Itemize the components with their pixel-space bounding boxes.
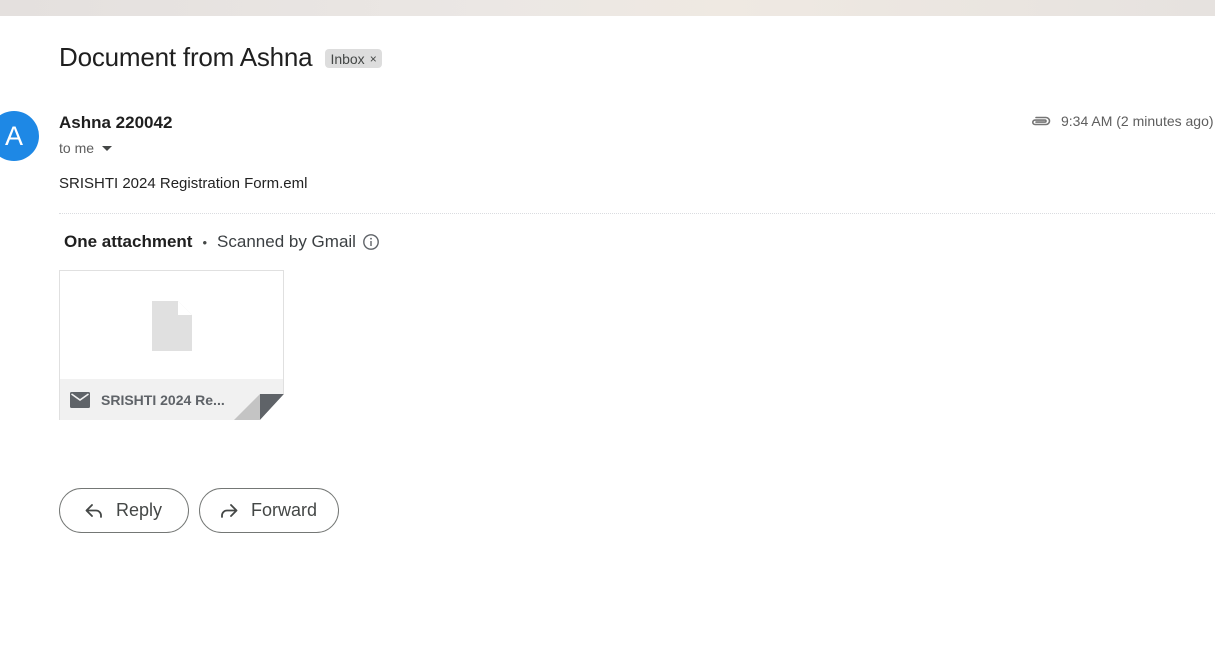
recipient-details[interactable]: to me: [59, 140, 113, 156]
remove-label-icon[interactable]: ×: [370, 52, 377, 66]
attachments-divider: [59, 213, 1215, 214]
subject-row: Document from Ashna Inbox ×: [59, 42, 382, 73]
avatar-letter: A: [4, 120, 23, 151]
reply-icon: [85, 503, 102, 518]
forward-button[interactable]: Forward: [199, 488, 339, 533]
attachments-header: One attachment • Scanned by Gmail: [64, 232, 380, 252]
document-icon: [152, 301, 192, 351]
attachment-preview[interactable]: [60, 271, 283, 379]
email-timestamp: 9:34 AM (2 minutes ago): [1061, 113, 1214, 129]
reply-label: Reply: [116, 500, 163, 520]
show-details-dropdown-icon[interactable]: [102, 145, 113, 151]
email-body: SRISHTI 2024 Registration Form.eml: [59, 175, 308, 192]
attachment-card[interactable]: SRISHTI 2024 Re...: [59, 270, 284, 420]
scan-status: Scanned by Gmail: [217, 232, 356, 251]
sender-avatar[interactable]: A: [0, 111, 39, 161]
email-meta: 9:34 AM (2 minutes ago): [1030, 113, 1214, 129]
sender-name[interactable]: Ashna 220042: [59, 113, 172, 133]
header-background-image: [0, 0, 1215, 16]
separator-dot: •: [202, 234, 208, 250]
recipient-text: to me: [59, 140, 95, 156]
attachment-filename: SRISHTI 2024 Re...: [101, 391, 225, 408]
page-curl-corner: [234, 394, 284, 420]
label-text: Inbox: [330, 50, 365, 67]
mail-icon: [70, 391, 90, 408]
email-subject: Document from Ashna: [59, 42, 313, 72]
attachment-count: One attachment: [64, 232, 193, 251]
forward-icon: [221, 503, 238, 518]
forward-label: Forward: [251, 500, 318, 520]
inbox-label-chip[interactable]: Inbox ×: [325, 49, 382, 68]
info-icon[interactable]: [362, 233, 380, 251]
paperclip-icon: [1032, 116, 1051, 126]
reply-button[interactable]: Reply: [59, 488, 189, 533]
